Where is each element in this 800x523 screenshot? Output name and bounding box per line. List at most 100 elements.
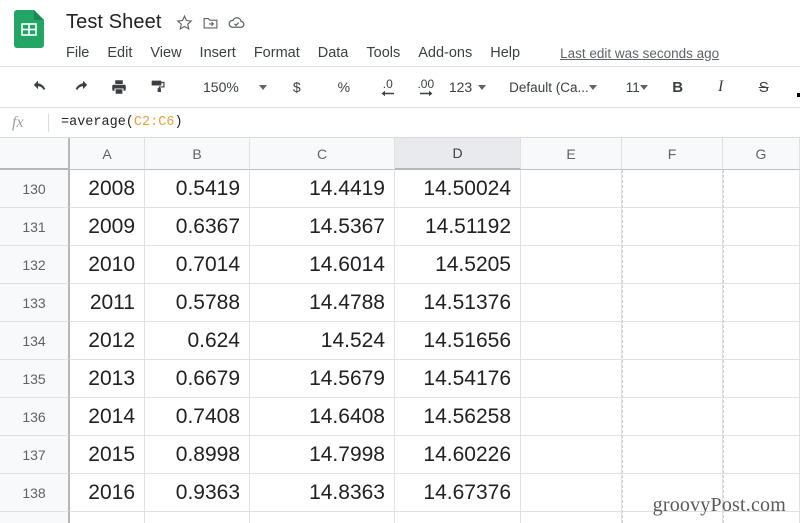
menu-item-file[interactable]: File (66, 45, 89, 61)
cell-d139[interactable] (395, 512, 521, 523)
cell-e131[interactable] (521, 208, 622, 246)
print-icon[interactable] (104, 72, 134, 102)
cell-f136[interactable] (622, 398, 723, 436)
cell-g134[interactable] (723, 322, 800, 360)
cell-f133[interactable] (622, 284, 723, 322)
cell-f137[interactable] (622, 436, 723, 474)
spreadsheet-grid[interactable]: A B C D E F G 130 2008 0.5419 14.4419 14… (0, 138, 800, 523)
cell-e139[interactable] (521, 512, 622, 523)
select-all-corner[interactable] (0, 138, 70, 170)
move-to-folder-icon[interactable] (198, 10, 224, 36)
cell-b133[interactable]: 0.5788 (145, 284, 250, 322)
formula-input[interactable]: =average(C2:C6) (61, 115, 183, 130)
cell-b132[interactable]: 0.7014 (145, 246, 250, 284)
formula-bar[interactable]: fx =average(C2:C6) (0, 108, 800, 138)
star-icon[interactable] (172, 10, 198, 36)
cell-g131[interactable] (723, 208, 800, 246)
cell-e130[interactable] (521, 170, 622, 208)
menu-item-data[interactable]: Data (318, 45, 349, 61)
cell-c136[interactable]: 14.6408 (250, 398, 395, 436)
cell-g133[interactable] (723, 284, 800, 322)
cell-d134[interactable]: 14.51656 (395, 322, 521, 360)
row-header[interactable]: 130 (0, 170, 70, 208)
font-family-selector[interactable]: Default (Ca... (509, 80, 597, 95)
cell-e138[interactable] (521, 474, 622, 512)
cell-g137[interactable] (723, 436, 800, 474)
cell-a130[interactable]: 2008 (70, 170, 145, 208)
cell-a132[interactable]: 2010 (70, 246, 145, 284)
cell-b138[interactable]: 0.9363 (145, 474, 250, 512)
menu-item-addons[interactable]: Add-ons (418, 45, 472, 61)
row-header[interactable]: 133 (0, 284, 70, 322)
cell-d133[interactable]: 14.51376 (395, 284, 521, 322)
menu-item-format[interactable]: Format (254, 45, 300, 61)
row-header[interactable]: 134 (0, 322, 70, 360)
cell-e132[interactable] (521, 246, 622, 284)
column-header-e[interactable]: E (521, 138, 622, 170)
cell-d136[interactable]: 14.56258 (395, 398, 521, 436)
bold-button[interactable]: B (663, 72, 693, 102)
increase-decimal-button[interactable]: .00 (411, 72, 441, 102)
cell-e136[interactable] (521, 398, 622, 436)
cell-g130[interactable] (723, 170, 800, 208)
undo-icon[interactable] (26, 72, 56, 102)
cell-b130[interactable]: 0.5419 (145, 170, 250, 208)
row-header[interactable]: 131 (0, 208, 70, 246)
currency-format-button[interactable]: $ (282, 72, 312, 102)
row-header[interactable]: 139 (0, 512, 70, 523)
cell-a133[interactable]: 2011 (70, 284, 145, 322)
paint-format-icon[interactable] (143, 72, 173, 102)
cell-b136[interactable]: 0.7408 (145, 398, 250, 436)
column-header-f[interactable]: F (622, 138, 723, 170)
menu-item-edit[interactable]: Edit (107, 45, 132, 61)
menu-item-tools[interactable]: Tools (366, 45, 400, 61)
cell-f131[interactable] (622, 208, 723, 246)
column-header-g[interactable]: G (723, 138, 800, 170)
cell-e133[interactable] (521, 284, 622, 322)
cell-d138[interactable]: 14.67376 (395, 474, 521, 512)
cell-a138[interactable]: 2016 (70, 474, 145, 512)
cell-g136[interactable] (723, 398, 800, 436)
cell-d130[interactable]: 14.50024 (395, 170, 521, 208)
cell-f132[interactable] (622, 246, 723, 284)
menu-item-view[interactable]: View (150, 45, 181, 61)
text-color-button[interactable]: A (790, 72, 800, 102)
cell-c137[interactable]: 14.7998 (250, 436, 395, 474)
cell-e137[interactable] (521, 436, 622, 474)
cell-a137[interactable]: 2015 (70, 436, 145, 474)
cell-a136[interactable]: 2014 (70, 398, 145, 436)
cell-c139[interactable] (250, 512, 395, 523)
cell-b137[interactable]: 0.8998 (145, 436, 250, 474)
column-header-c[interactable]: C (250, 138, 395, 170)
cell-d135[interactable]: 14.54176 (395, 360, 521, 398)
cell-c131[interactable]: 14.5367 (250, 208, 395, 246)
cell-e134[interactable] (521, 322, 622, 360)
row-header[interactable]: 136 (0, 398, 70, 436)
number-format-selector[interactable]: 123 (449, 79, 487, 95)
document-title[interactable]: Test Sheet (66, 11, 172, 34)
cell-f134[interactable] (622, 322, 723, 360)
strikethrough-button[interactable]: S (749, 72, 779, 102)
row-header[interactable]: 138 (0, 474, 70, 512)
cell-f135[interactable] (622, 360, 723, 398)
menu-item-insert[interactable]: Insert (200, 45, 236, 61)
cell-c138[interactable]: 14.8363 (250, 474, 395, 512)
row-header[interactable]: 135 (0, 360, 70, 398)
cell-b131[interactable]: 0.6367 (145, 208, 250, 246)
column-header-d[interactable]: D (395, 138, 521, 170)
cell-a139[interactable] (70, 512, 145, 523)
cell-d137[interactable]: 14.60226 (395, 436, 521, 474)
decrease-decimal-button[interactable]: .0 (373, 72, 403, 102)
percent-format-button[interactable]: % (329, 72, 359, 102)
cell-c134[interactable]: 14.524 (250, 322, 395, 360)
cell-f130[interactable] (622, 170, 723, 208)
cell-a135[interactable]: 2013 (70, 360, 145, 398)
row-header[interactable]: 132 (0, 246, 70, 284)
cell-g132[interactable] (723, 246, 800, 284)
cell-b135[interactable]: 0.6679 (145, 360, 250, 398)
font-size-selector[interactable]: 11 (612, 80, 648, 95)
cell-c132[interactable]: 14.6014 (250, 246, 395, 284)
cloud-saved-icon[interactable] (224, 10, 250, 36)
cell-e135[interactable] (521, 360, 622, 398)
zoom-selector[interactable]: 150% (197, 79, 267, 95)
